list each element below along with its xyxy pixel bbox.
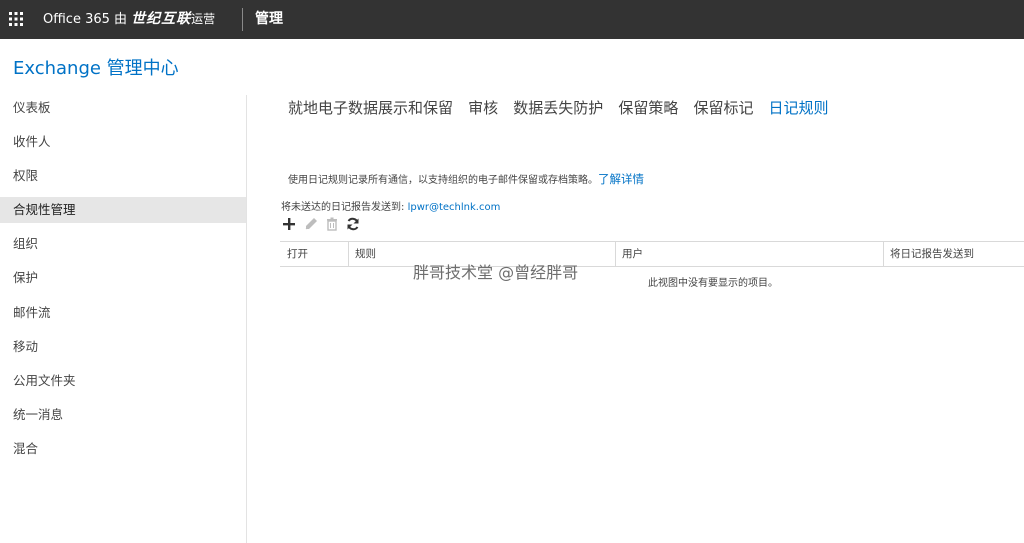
- tab-journal-rules[interactable]: 日记规则: [769, 97, 829, 118]
- topbar-divider: [242, 8, 243, 31]
- sidebar-item-protection[interactable]: 保护: [0, 265, 246, 291]
- refresh-icon[interactable]: [345, 216, 361, 232]
- brand-operated: 运营: [191, 12, 216, 26]
- sidebar-item-hybrid[interactable]: 混合: [0, 436, 246, 462]
- undeliverable-reports: 将未送达的日记报告发送到: lpwr@techlnk.com: [281, 198, 500, 213]
- admin-link[interactable]: 管理: [255, 0, 283, 39]
- sidebar-item-dashboard[interactable]: 仪表板: [0, 95, 246, 121]
- pencil-icon[interactable]: [303, 216, 319, 232]
- column-header-send-reports-to[interactable]: 将日记报告发送到: [883, 242, 1024, 266]
- sidebar-item-unified-messaging[interactable]: 统一消息: [0, 402, 246, 428]
- learn-more-link[interactable]: 了解详情: [598, 172, 644, 186]
- tab-ediscovery-hold[interactable]: 就地电子数据展示和保留: [288, 97, 453, 118]
- sidebar-item-mail-flow[interactable]: 邮件流: [0, 300, 246, 326]
- watermark: 胖哥技术堂 @曾经胖哥: [413, 263, 579, 282]
- empty-view-message: 此视图中没有要显示的项目。: [648, 278, 778, 289]
- sidebar-item-mobile[interactable]: 移动: [0, 334, 246, 360]
- sidebar-item-compliance[interactable]: 合规性管理: [0, 197, 246, 223]
- brand-app-name: Office 365 由: [43, 12, 128, 27]
- tab-auditing[interactable]: 审核: [468, 97, 498, 118]
- page-title: Exchange 管理中心: [13, 58, 179, 79]
- plus-icon[interactable]: [281, 216, 297, 232]
- undeliverable-email-link[interactable]: lpwr@techlnk.com: [408, 202, 501, 213]
- sidebar-item-public-folders[interactable]: 公用文件夹: [0, 368, 246, 394]
- tab-bar: 就地电子数据展示和保留 审核 数据丢失防护 保留策略 保留标记 日记规则: [288, 97, 839, 119]
- app-launcher-icon[interactable]: [9, 12, 23, 26]
- top-bar: Office 365 由 世纪互联运营 管理: [0, 0, 1024, 39]
- tab-retention-tags[interactable]: 保留标记: [693, 97, 753, 118]
- tab-retention-policies[interactable]: 保留策略: [618, 97, 678, 118]
- page-description: 使用日记规则记录所有通信，以支持组织的电子邮件保留或存档策略。了解详情: [288, 171, 644, 187]
- description-text: 使用日记规则记录所有通信，以支持组织的电子邮件保留或存档策略。: [288, 175, 598, 186]
- sidebar-item-recipients[interactable]: 收件人: [0, 129, 246, 155]
- tab-dlp[interactable]: 数据丢失防护: [513, 97, 603, 118]
- trash-icon[interactable]: [324, 216, 340, 232]
- table-header: 打开 规则 用户 将日记报告发送到: [280, 241, 1024, 267]
- sidebar-item-permissions[interactable]: 权限: [0, 163, 246, 189]
- undeliverable-label: 将未送达的日记报告发送到:: [281, 202, 405, 213]
- column-header-user[interactable]: 用户: [615, 242, 883, 266]
- brand-logo: Office 365 由 世纪互联运营: [43, 0, 215, 39]
- brand-operator: 世纪互联: [131, 11, 192, 27]
- sidebar-item-organization[interactable]: 组织: [0, 231, 246, 257]
- column-header-on[interactable]: 打开: [280, 242, 348, 266]
- sidebar-divider: [246, 95, 247, 543]
